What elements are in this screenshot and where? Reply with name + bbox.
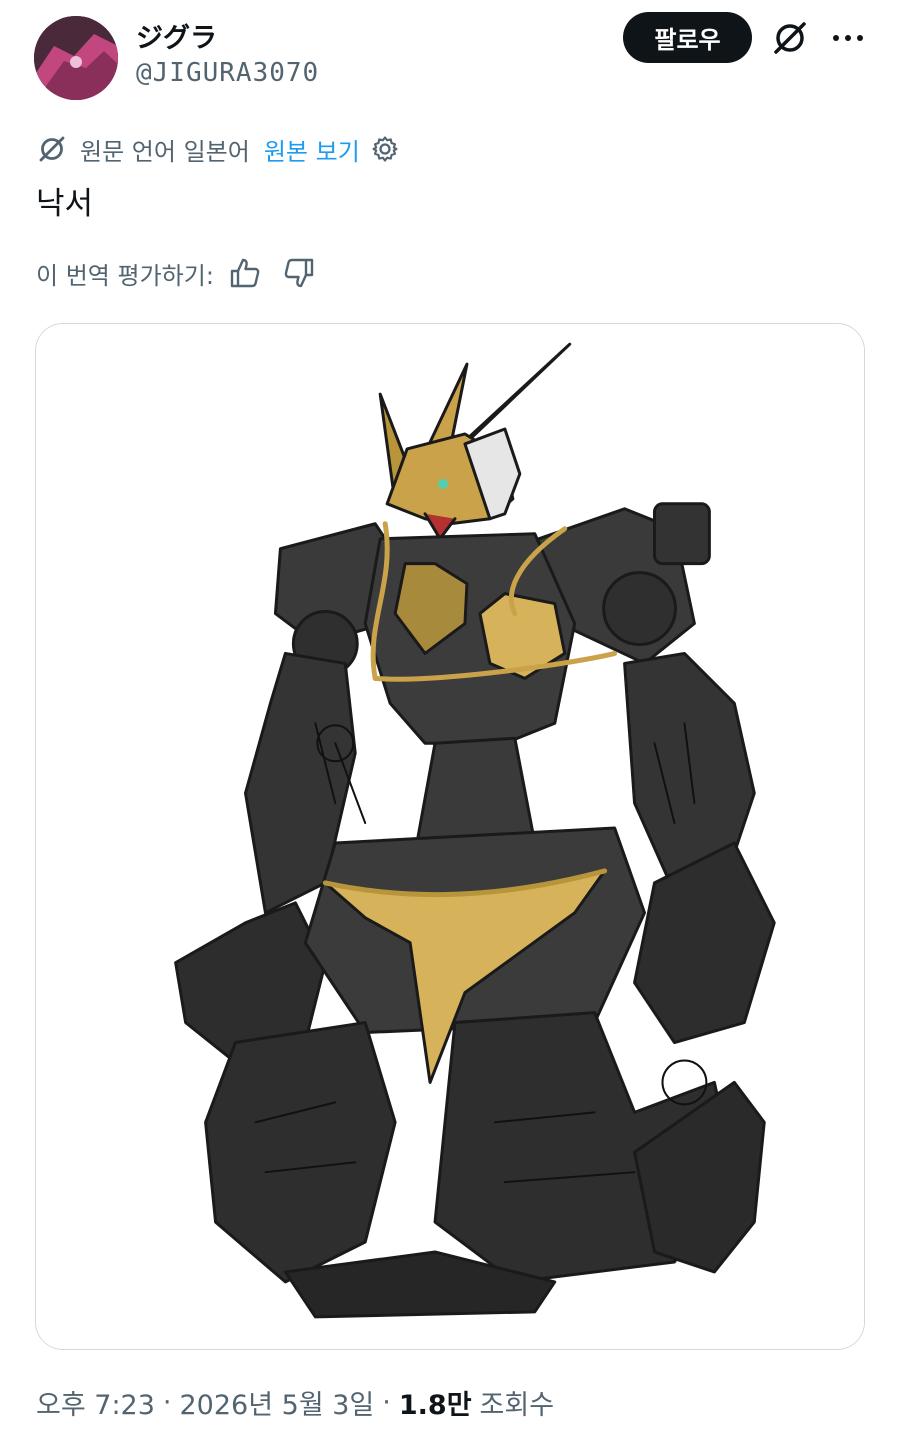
user-handle[interactable]: @JIGURA3070	[136, 58, 319, 88]
grok-icon[interactable]	[770, 18, 810, 58]
tweet-text: 낙서	[36, 186, 94, 222]
rate-translation: 이 번역 평가하기:	[36, 254, 316, 292]
meta-separator: ·	[382, 1387, 391, 1418]
tweet-time[interactable]: 오후 7:23	[36, 1383, 155, 1422]
tweet-meta: 오후 7:23 · 2026년 5월 3일 · 1.8만 조회수	[36, 1383, 554, 1422]
rate-translation-label: 이 번역 평가하기:	[36, 261, 214, 290]
tweet-date[interactable]: 2026년 5월 3일	[180, 1383, 375, 1422]
display-name[interactable]: ジグラ	[136, 16, 217, 55]
translation-notice: 원문 언어 일본어 원본 보기	[36, 130, 400, 168]
media-card[interactable]	[35, 323, 865, 1350]
views-label: 조회수	[479, 1390, 555, 1421]
gear-icon[interactable]	[370, 134, 400, 164]
avatar[interactable]	[34, 16, 118, 100]
sketch-illustration	[36, 324, 864, 1349]
thumbs-up-icon[interactable]	[228, 256, 262, 290]
views-count[interactable]: 1.8만	[399, 1383, 472, 1422]
thumbs-down-icon[interactable]	[282, 256, 316, 290]
show-original-link[interactable]: 원본 보기	[264, 132, 360, 167]
meta-separator: ·	[162, 1387, 172, 1418]
grok-translate-icon	[36, 133, 68, 165]
more-dots-icon[interactable]	[828, 20, 868, 56]
translation-language-label: 원문 언어 일본어	[80, 137, 250, 166]
follow-button[interactable]: 팔로우	[623, 12, 752, 63]
